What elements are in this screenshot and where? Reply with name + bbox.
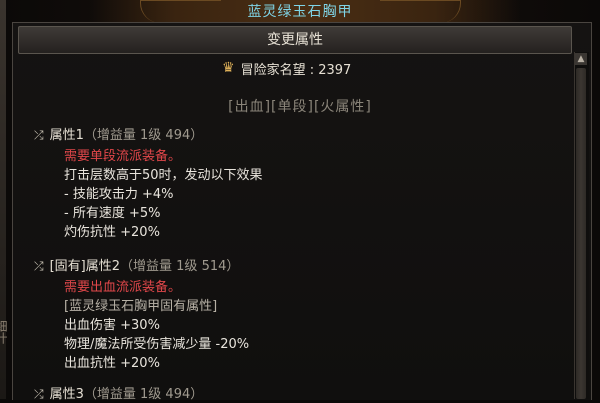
attribute-2-title: [固有]属性2 [49,259,121,274]
attribute-2-bleed-damage: 出血伤害 +30% [64,318,160,333]
attribute-2-header: ⤮ [固有]属性2（增益量 1级 514） [34,258,239,275]
reputation-separator: : [305,62,319,78]
attribute-1-burn-resist: 灼伤抗性 +20% [64,225,160,240]
scroll-up-arrow-icon[interactable]: ▲ [575,53,587,65]
scrollbar-thumb[interactable] [576,68,586,399]
attribute-1-effect-trigger: 打击层数高于50时，发动以下效果 [64,168,263,183]
attribute-1-effect-speed: - 所有速度 +5% [64,206,161,221]
shuffle-icon: ⤮ [34,128,44,142]
attribute-3-title: 属性3 [49,387,84,402]
reputation-emblem-icon: ♛ [222,60,235,76]
style-tags: [出血][单段][火属性] [228,99,372,115]
reputation-value: 2397 [318,62,352,78]
reputation-label: 冒险家名望 [240,62,306,78]
attribute-3-header: ⤮ 属性3（增益量 1级 494） [34,386,203,403]
attribute-1-effect-skill-attack: - 技能攻击力 +4% [64,187,174,202]
item-name: 蓝灵绿玉石胸甲 [247,4,353,20]
attribute-3-meta: （增益量 1级 494） [83,387,204,402]
attribute-1-title: 属性1 [49,128,84,143]
reputation-row: ♛ 冒险家名望 : 2397 [222,58,351,78]
attribute-2-bleed-resist: 出血抗性 +20% [64,356,160,371]
attribute-2-damage-reduction: 物理/魔法所受伤害减少量 -20% [64,337,250,352]
left-edge-text: 细什 [0,320,8,344]
attribute-2-meta: （增益量 1级 514） [120,259,240,274]
attribute-2-requirement: 需要出血流派装备。 [64,280,182,295]
change-attribute-button[interactable]: 变更属性 [18,26,572,54]
shuffle-icon: ⤮ [34,259,44,273]
attribute-1-meta: （增益量 1级 494） [83,128,204,143]
attribute-1-requirement: 需要单段流派装备。 [64,149,182,164]
attribute-2-unique-tag: [蓝灵绿玉石胸甲固有属性] [64,299,218,314]
attribute-1-header: ⤮ 属性1（增益量 1级 494） [34,127,203,144]
